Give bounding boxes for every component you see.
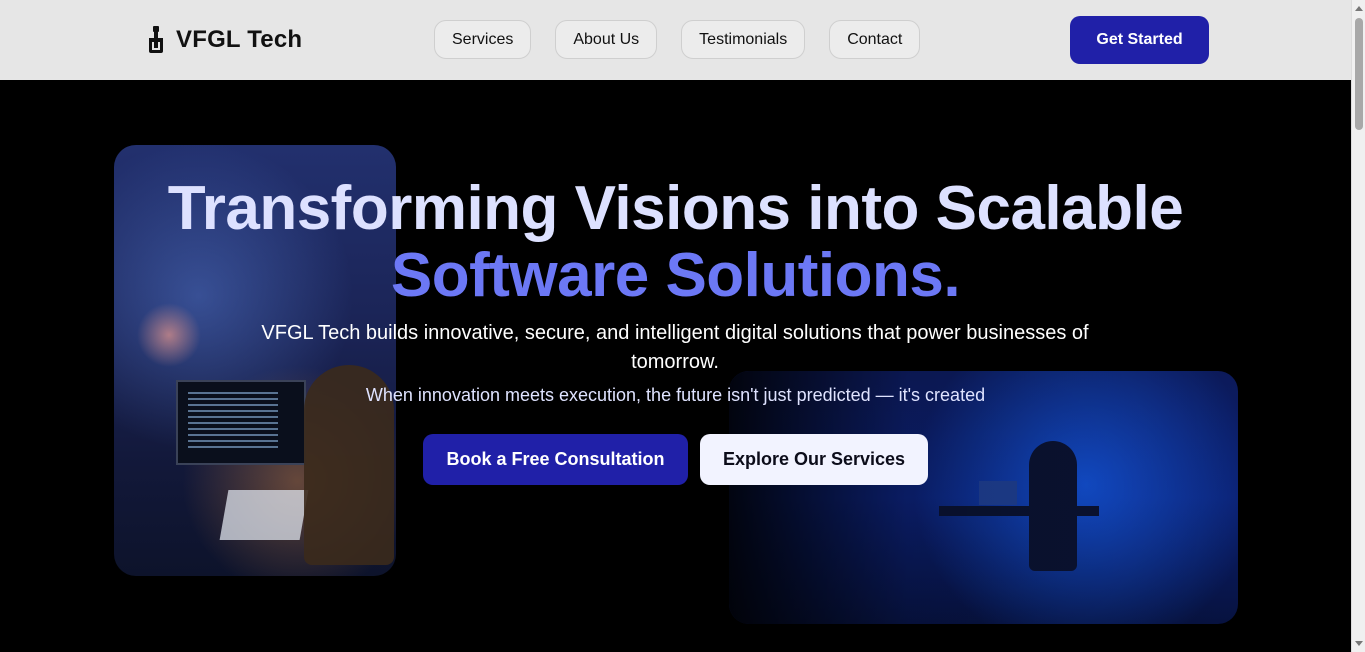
hero-section: Transforming Visions into Scalable Softw… <box>0 80 1351 652</box>
book-consultation-button[interactable]: Book a Free Consultation <box>423 434 688 485</box>
nav-about-us[interactable]: About Us <box>555 20 658 59</box>
hacker-desk-image <box>729 371 1238 624</box>
explore-services-button[interactable]: Explore Our Services <box>700 434 928 485</box>
scrollbar-thumb[interactable] <box>1355 18 1363 130</box>
nav-contact[interactable]: Contact <box>829 20 921 59</box>
nav-testimonials[interactable]: Testimonials <box>681 20 806 59</box>
site-header: VFGL Tech Services About Us Testimonials… <box>0 0 1351 80</box>
hero-tagline: When innovation meets execution, the fut… <box>365 385 986 405</box>
nav-services[interactable]: Services <box>434 20 532 59</box>
headline-line-2: Software Solutions. <box>390 241 961 310</box>
hero-subtitle: VFGL Tech builds innovative, secure, and… <box>261 322 1089 373</box>
scroll-up-arrow-icon[interactable] <box>1355 6 1363 11</box>
get-started-button[interactable]: Get Started <box>1070 16 1209 64</box>
main-nav: Services About Us Testimonials Contact <box>434 20 921 59</box>
page-scrollbar[interactable] <box>1351 0 1365 652</box>
image-vignette <box>729 371 1238 624</box>
hero-headline: Transforming Visions into Scalable Softw… <box>0 175 1351 309</box>
scroll-down-arrow-icon[interactable] <box>1355 641 1363 646</box>
ink-bottle-icon <box>149 26 163 53</box>
headline-line-1: Transforming Visions into Scalable <box>167 174 1184 243</box>
brand-name: VFGL Tech <box>176 26 303 53</box>
brand-logo[interactable]: VFGL Tech <box>146 26 302 54</box>
laptop-illustration <box>219 490 309 540</box>
